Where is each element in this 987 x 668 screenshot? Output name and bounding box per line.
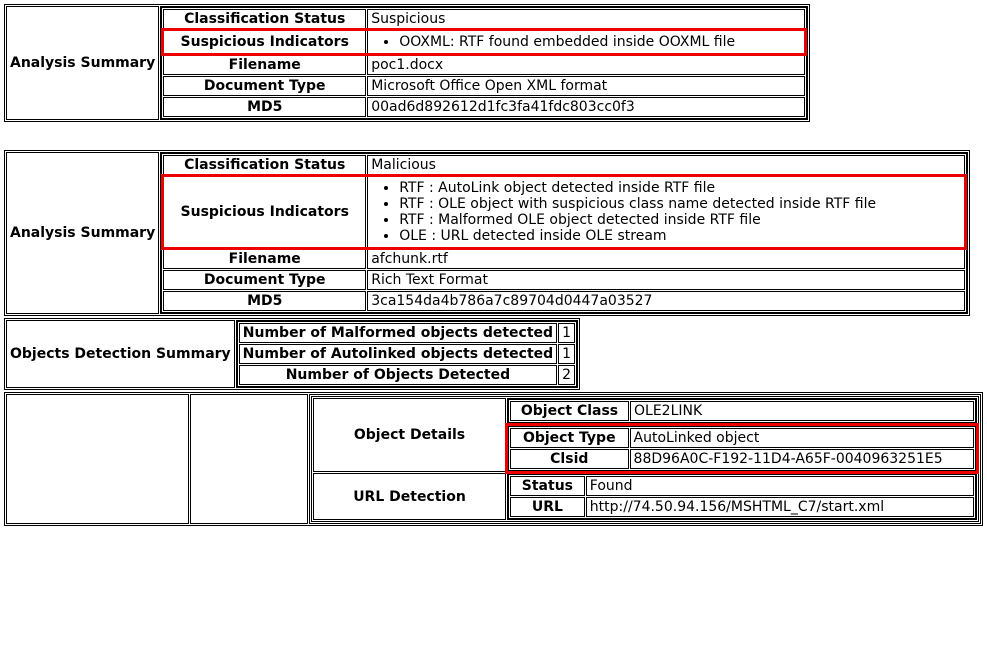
document-type-value: Microsoft Office Open XML format [367,76,805,96]
md5-label: MD5 [163,291,366,311]
objects-detection-summary-block: Objects Detection Summary Number of Malf… [4,318,580,390]
object-detail-block-clean: Object Details Object Class OLE2LINK [4,392,983,526]
indicator-item: RTF : Malformed OLE object detected insi… [399,212,961,228]
md5-value: 00ad6d892612d1fc3fa41fdc803cc0f3 [367,97,805,117]
indicator-item: RTF : OLE object with suspicious class n… [399,196,961,212]
num-objects-label: Number of Objects Detected [239,365,558,385]
filename-value: afchunk.rtf [367,249,965,269]
num-objects-value: 2 [558,365,575,385]
filename-value: poc1.docx [367,55,805,75]
suspicious-indicators-value: RTF : AutoLink object detected inside RT… [367,176,965,248]
classification-status-value: Suspicious [367,9,805,29]
analysis-summary-block-2: Analysis Summary Classification Status M… [4,150,970,316]
num-malformed-label: Number of Malformed objects detected [239,323,558,343]
suspicious-indicators-value: OOXML: RTF found embedded inside OOXML f… [367,30,805,54]
object-class-label: Object Class [510,401,629,421]
filename-label: Filename [163,249,366,269]
document-type-value: Rich Text Format [367,270,965,290]
classification-status-label: Classification Status [163,155,366,175]
classification-status-value: Malicious [367,155,965,175]
suspicious-indicators-label: Suspicious Indicators [163,176,366,248]
classification-status-label: Classification Status [163,9,366,29]
indicator-item: RTF : AutoLink object detected inside RT… [399,180,961,196]
analysis-summary-label: Analysis Summary [6,6,159,120]
url-status-value: Found [586,476,974,496]
objects-detection-summary-label: Objects Detection Summary [6,320,235,388]
filename-label: Filename [163,55,366,75]
document-type-label: Document Type [163,270,366,290]
url-value: http://74.50.94.156/MSHTML_C7/start.xml [586,497,974,517]
document-type-label: Document Type [163,76,366,96]
clsid-label: Clsid [510,449,629,469]
analysis-summary-block-1: Analysis Summary Classification Status S… [4,4,810,122]
url-label: URL [510,497,585,517]
object-details-label: Object Details [313,398,506,472]
suspicious-indicators-label: Suspicious Indicators [163,30,366,54]
indicator-item: OLE : URL detected inside OLE stream [399,228,961,244]
num-malformed-value: 1 [558,323,575,343]
url-status-label: Status [510,476,585,496]
md5-label: MD5 [163,97,366,117]
clsid-value: 88D96A0C-F192-11D4-A65F-0040963251E5 [630,449,974,469]
object-type-label: Object Type [510,428,629,448]
analysis-summary-label: Analysis Summary [6,152,159,314]
url-detection-label: URL Detection [313,473,506,520]
indicator-item: OOXML: RTF found embedded inside OOXML f… [399,34,801,50]
md5-value: 3ca154da4b786a7c89704d0447a03527 [367,291,965,311]
num-autolinked-label: Number of Autolinked objects detected [239,344,558,364]
object-type-value: AutoLinked object [630,428,974,448]
num-autolinked-value: 1 [558,344,575,364]
object-class-value: OLE2LINK [630,401,974,421]
